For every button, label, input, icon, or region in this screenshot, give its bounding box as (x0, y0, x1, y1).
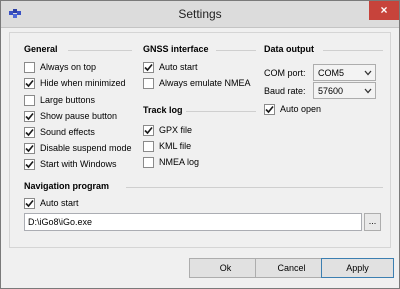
general-group-line (68, 50, 132, 51)
checkmark-icon (25, 144, 34, 152)
track-log-group-line (186, 111, 256, 112)
baud-rate-value: 57600 (318, 85, 344, 96)
checkbox-box[interactable] (143, 61, 154, 73)
com-port-label: COM port: (264, 68, 306, 78)
navigation-group-title: Navigation program (24, 181, 110, 191)
checkbox-kml-file[interactable]: KML file (143, 140, 191, 152)
checkbox-show-pause-button[interactable]: Show pause button (24, 110, 117, 122)
checkbox-label: Start with Windows (40, 159, 117, 169)
checkbox-box[interactable] (24, 197, 35, 209)
checkbox-box[interactable] (24, 110, 35, 122)
checkmark-icon (25, 112, 34, 120)
checkmark-icon (25, 128, 34, 136)
checkbox-label: Always on top (40, 62, 97, 72)
checkbox-hide-when-minimized[interactable]: Hide when minimized (24, 77, 126, 89)
baud-rate-label: Baud rate: (264, 86, 306, 96)
chevron-down-icon (364, 88, 372, 94)
cancel-button[interactable]: Cancel (255, 258, 328, 278)
checkbox-box[interactable] (24, 77, 35, 89)
checkbox-label: KML file (159, 141, 192, 151)
checkbox-nmea-log[interactable]: NMEA log (143, 156, 199, 168)
com-port-value: COM5 (318, 67, 345, 78)
gnss-group-title: GNSS interface (143, 44, 209, 54)
baud-rate-select[interactable]: 57600 (313, 82, 376, 99)
checkmark-icon (144, 126, 153, 134)
checkbox-box[interactable] (143, 77, 154, 89)
close-icon: × (380, 3, 388, 17)
checkbox-box[interactable] (143, 156, 154, 168)
checkbox-auto-open[interactable]: Auto open (264, 103, 321, 115)
data-output-group-title: Data output (264, 44, 314, 54)
window-title: Settings (178, 7, 222, 21)
checkbox-always-emulate-nmea[interactable]: Always emulate NMEA (143, 77, 251, 89)
checkbox-box[interactable] (24, 61, 35, 73)
checkbox-label: Disable suspend mode (40, 143, 132, 153)
checkbox-start-with-windows[interactable]: Start with Windows (24, 158, 117, 170)
program-path-value: D:\iGo8\iGo.exe (28, 217, 93, 227)
checkbox-disable-suspend-mode[interactable]: Disable suspend mode (24, 142, 132, 154)
settings-panel: General Always on top Hide when minimize… (9, 32, 391, 248)
gnss-group-line (216, 50, 256, 51)
checkbox-box[interactable] (264, 103, 275, 115)
checkbox-label: Large buttons (40, 95, 96, 105)
navigation-group-line (126, 187, 383, 188)
checkbox-gnss-auto-start[interactable]: Auto start (143, 61, 198, 73)
checkbox-label: Always emulate NMEA (159, 78, 251, 88)
checkbox-sound-effects[interactable]: Sound effects (24, 126, 95, 138)
checkbox-label: Show pause button (40, 111, 118, 121)
checkbox-box[interactable] (143, 124, 154, 136)
chevron-down-icon (364, 70, 372, 76)
settings-window: Settings × General Always on top Hide wh… (0, 0, 400, 289)
checkmark-icon (144, 63, 153, 71)
checkbox-box[interactable] (24, 94, 35, 106)
checkbox-nav-auto-start[interactable]: Auto start (24, 197, 79, 209)
checkmark-icon (25, 160, 34, 168)
checkbox-label: NMEA log (159, 157, 200, 167)
checkbox-label: Hide when minimized (40, 78, 126, 88)
checkbox-large-buttons[interactable]: Large buttons (24, 94, 95, 106)
title-bar[interactable]: Settings × (1, 1, 399, 28)
com-port-select[interactable]: COM5 (313, 64, 376, 81)
checkbox-always-on-top[interactable]: Always on top (24, 61, 96, 73)
apply-button[interactable]: Apply (321, 258, 394, 278)
checkbox-box[interactable] (24, 126, 35, 138)
checkbox-label: Sound effects (40, 127, 95, 137)
checkbox-label: Auto open (280, 104, 322, 114)
track-log-group-title: Track log (143, 105, 183, 115)
checkbox-label: Auto start (40, 198, 79, 208)
checkbox-label: Auto start (159, 62, 198, 72)
checkmark-icon (265, 105, 274, 113)
program-path-input[interactable]: D:\iGo8\iGo.exe (24, 213, 362, 231)
data-output-group-line (323, 50, 383, 51)
checkmark-icon (25, 79, 34, 87)
checkbox-label: GPX file (159, 125, 193, 135)
browse-button[interactable]: ... (364, 213, 381, 231)
checkmark-icon (25, 199, 34, 207)
checkbox-gpx-file[interactable]: GPX file (143, 124, 192, 136)
browse-label: ... (368, 216, 377, 226)
checkbox-box[interactable] (24, 158, 35, 170)
close-button[interactable]: × (369, 1, 399, 20)
ok-button[interactable]: Ok (189, 258, 262, 278)
checkbox-box[interactable] (24, 142, 35, 154)
general-group-title: General (24, 44, 58, 54)
checkbox-box[interactable] (143, 140, 154, 152)
